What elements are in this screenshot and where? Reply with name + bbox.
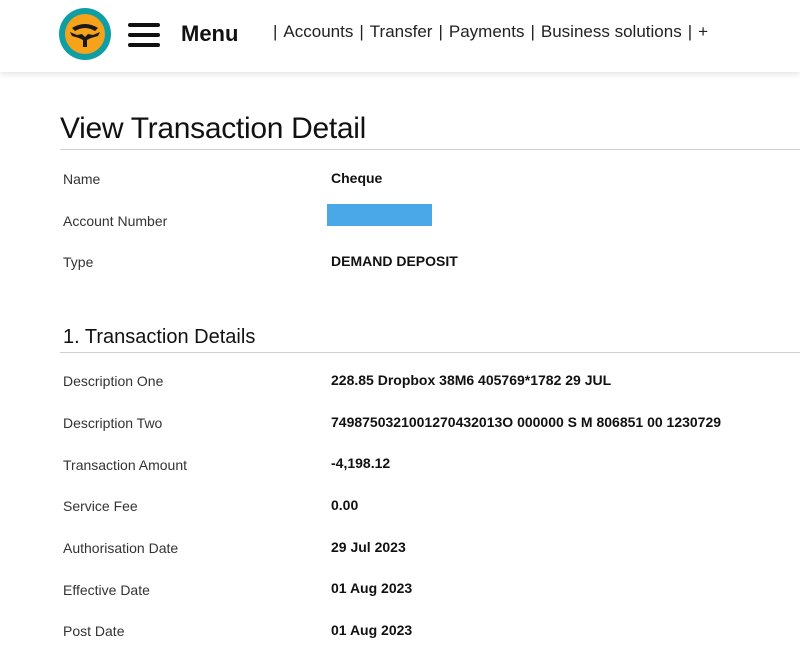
- hamburger-line: [128, 23, 160, 27]
- nav-more-button[interactable]: +: [698, 22, 708, 42]
- description-one-value: 228.85 Dropbox 38M6 405769*1782 29 JUL: [331, 372, 612, 388]
- nav-separator: |: [438, 22, 443, 41]
- description-two-value: 7498750321001270432013O 000000 S M 80685…: [331, 414, 722, 430]
- menu-label[interactable]: Menu: [181, 21, 238, 47]
- nav-separator: |: [359, 22, 364, 41]
- transaction-amount-value: -4,198.12: [331, 455, 391, 471]
- description-two-label: Description Two: [63, 415, 163, 431]
- nav-separator: |: [530, 22, 535, 41]
- account-number-label: Account Number: [63, 213, 168, 229]
- hamburger-line: [128, 43, 160, 47]
- hamburger-line: [128, 33, 160, 37]
- main-content: View Transaction Detail Name Cheque Acco…: [0, 72, 800, 646]
- post-date-label: Post Date: [63, 623, 125, 639]
- top-header: Menu | Accounts | Transfer | Payments | …: [0, 0, 800, 72]
- top-nav: | Accounts | Transfer | Payments | Busin…: [270, 22, 708, 42]
- service-fee-value: 0.00: [331, 497, 359, 513]
- name-value: Cheque: [331, 170, 383, 186]
- nav-separator: |: [687, 22, 693, 41]
- nav-accounts-link[interactable]: Accounts: [283, 22, 353, 42]
- bank-logo-icon[interactable]: [58, 7, 112, 61]
- section-divider: [60, 352, 800, 353]
- transaction-amount-label: Transaction Amount: [63, 457, 187, 473]
- nav-payments-link[interactable]: Payments: [449, 22, 525, 42]
- description-one-label: Description One: [63, 373, 164, 389]
- type-label: Type: [63, 254, 94, 270]
- page-title: View Transaction Detail: [60, 112, 367, 145]
- effective-date-value: 01 Aug 2023: [331, 580, 413, 596]
- effective-date-label: Effective Date: [63, 582, 150, 598]
- service-fee-label: Service Fee: [63, 498, 138, 514]
- type-value: DEMAND DEPOSIT: [331, 253, 458, 269]
- nav-business-solutions-link[interactable]: Business solutions: [541, 22, 682, 42]
- authorisation-date-label: Authorisation Date: [63, 540, 179, 556]
- authorisation-date-value: 29 Jul 2023: [331, 539, 406, 555]
- name-label: Name: [63, 171, 101, 187]
- account-number-redaction: [327, 204, 432, 226]
- nav-separator: |: [273, 22, 278, 41]
- title-divider: [60, 149, 800, 150]
- hamburger-menu-icon[interactable]: [128, 22, 160, 48]
- post-date-value: 01 Aug 2023: [331, 622, 413, 638]
- nav-transfer-link[interactable]: Transfer: [370, 22, 433, 42]
- section-title: 1. Transaction Details: [63, 326, 256, 348]
